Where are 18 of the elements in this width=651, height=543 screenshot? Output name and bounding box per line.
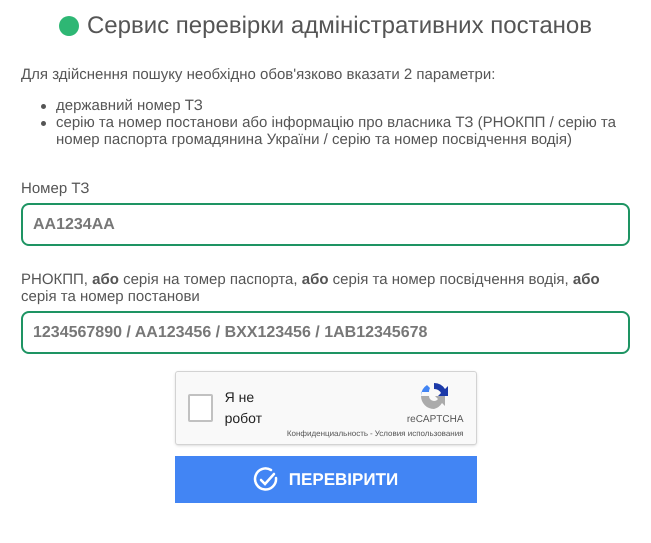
field-label: РНОКПП, або серія на томер паспорта, або серія та номер посвідчення водія, або серія та номер постанови: [21, 271, 601, 305]
bullet-icon: [41, 121, 46, 126]
recaptcha-brand: reCAPTCHA: [406, 414, 464, 426]
captcha-label: Я не робот: [224, 388, 264, 428]
page-title: Сервис перевірки адміністративних постанов: [86, 11, 592, 41]
bullet-icon: [41, 104, 46, 109]
input-field[interactable]: 1234567890 / AA123456 / BXX123456 / 1AB12345678: [21, 311, 630, 354]
intro-text: Для здійснення пошуку необхідно обов'язково вказати 2 параметри:: [21, 66, 496, 84]
captcha-checkbox[interactable]: [188, 394, 213, 422]
field-label: Номер ТЗ: [21, 180, 90, 197]
terms-link[interactable]: Условия использования: [374, 429, 464, 439]
privacy-link[interactable]: Конфиденциальность: [286, 429, 368, 439]
requirement-text: серію та номер постанови або інформацію про власника ТЗ (РНОКПП / серію та номер паспорта громадянина України / серію та номер посвідчення водія): [56, 114, 617, 148]
link-separator: -: [370, 429, 373, 439]
check-circle-icon: [252, 466, 279, 492]
requirement-text: державний номер ТЗ: [56, 97, 203, 114]
submit-button[interactable]: ПЕРЕВІРИТИ: [174, 456, 476, 503]
input-field[interactable]: AA1234AA: [21, 203, 630, 246]
